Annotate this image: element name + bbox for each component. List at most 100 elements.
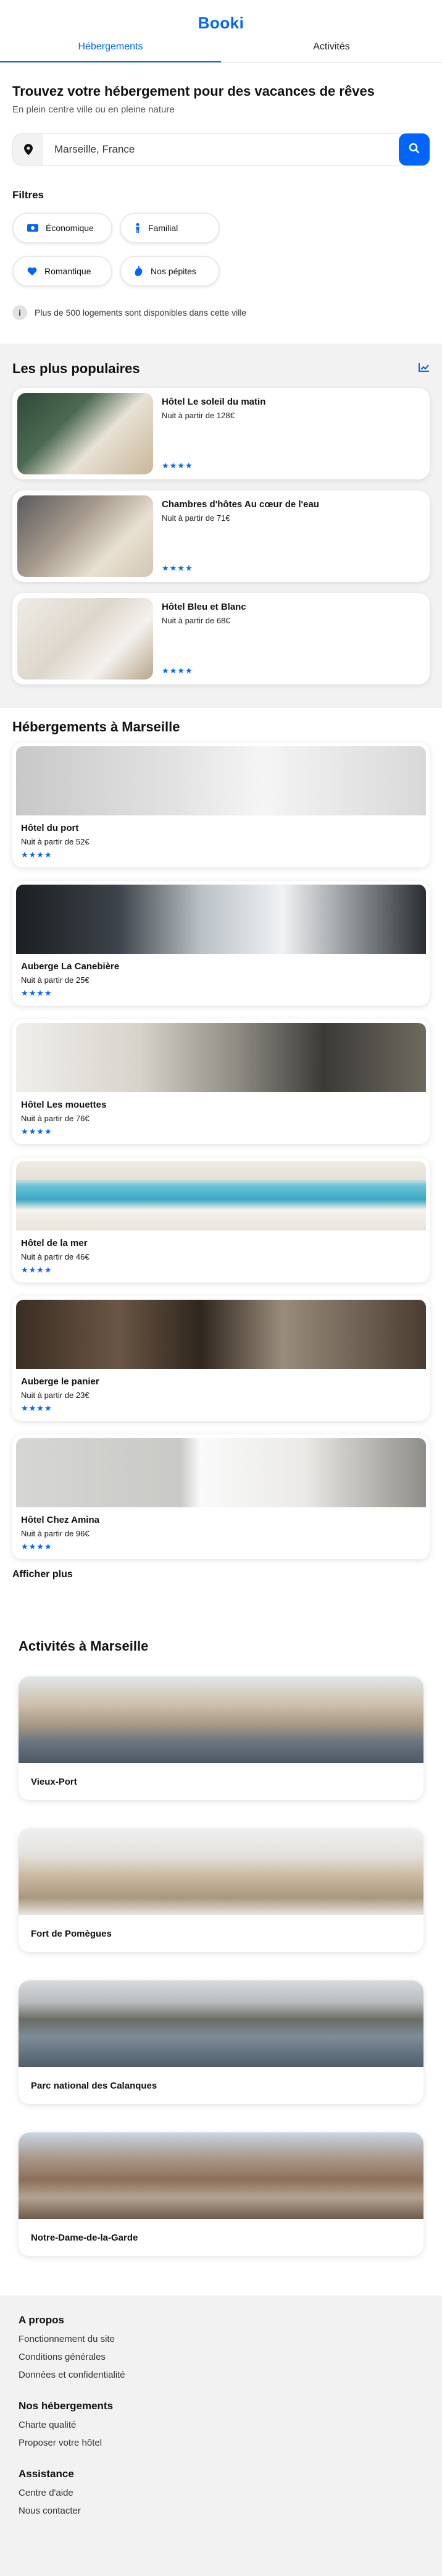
hebergement-name: Auberge La Canebière xyxy=(21,961,120,972)
popular-card[interactable]: Hôtel Bleu et Blanc Nuit à partir de 68€… xyxy=(12,593,430,684)
activity-card[interactable]: Notre-Dame-de-la-Garde xyxy=(19,2132,423,2256)
rating-stars: ★★★★ xyxy=(162,666,193,675)
footer-link[interactable]: Nous contacter xyxy=(19,2506,423,2516)
filter-label: Économique xyxy=(46,223,94,233)
activity-card[interactable]: Parc national des Calanques xyxy=(19,1980,423,2104)
filter-familial[interactable]: Familial xyxy=(120,213,220,243)
info-text: Plus de 500 logements sont disponibles d… xyxy=(35,308,247,318)
popular-title: Les plus populaires xyxy=(12,361,140,376)
nav-tabs: Hébergements Activités xyxy=(0,41,442,63)
hebergements-section: Hébergements à Marseille Hôtel du port N… xyxy=(0,708,442,1559)
activity-name: Parc national des Calanques xyxy=(31,2081,157,2091)
hebergement-price: Nuit à partir de 23€ xyxy=(21,1391,90,1400)
hebergement-card[interactable]: Auberge La Canebière Nuit à partir de 25… xyxy=(12,881,430,1006)
hebergement-card[interactable]: Hôtel du port Nuit à partir de 52€ ★★★★ xyxy=(12,743,430,867)
rating-stars: ★★★★ xyxy=(21,988,52,998)
filters-title: Filtres xyxy=(12,189,44,201)
filter-pepites[interactable]: Nos pépites xyxy=(120,256,220,287)
rating-stars: ★★★★ xyxy=(21,1404,52,1413)
footer-title: A propos xyxy=(19,2314,64,2326)
hebergement-card[interactable]: Hôtel de la mer Nuit à partir de 46€ ★★★… xyxy=(12,1158,430,1282)
activity-image xyxy=(19,2132,423,2219)
footer-group-hebergements: Nos hébergements Charte qualité Proposer… xyxy=(19,2400,423,2448)
hotel-image xyxy=(16,885,426,954)
filter-label: Romantique xyxy=(44,266,91,276)
hotel-image xyxy=(16,1300,426,1369)
filter-romantique[interactable]: Romantique xyxy=(12,256,112,287)
child-icon xyxy=(135,223,141,233)
search-button[interactable] xyxy=(399,133,430,166)
popular-card[interactable]: Chambres d'hôtes Au cœur de l'eau Nuit à… xyxy=(12,490,430,582)
hebergement-card[interactable]: Hôtel Les mouettes Nuit à partir de 76€ … xyxy=(12,1019,430,1144)
pepper-icon xyxy=(135,266,143,276)
filter-label: Nos pépites xyxy=(151,266,196,276)
tab-hebergements[interactable]: Hébergements xyxy=(0,41,221,62)
popular-name: Hôtel Le soleil du matin xyxy=(162,397,266,407)
hotel-image xyxy=(17,495,153,577)
hebergement-name: Hôtel du port xyxy=(21,823,79,833)
activity-image xyxy=(19,1677,423,1763)
footer-link[interactable]: Proposer votre hôtel xyxy=(19,2438,423,2448)
popular-section: Les plus populaires Hôtel Le soleil du m… xyxy=(0,343,442,708)
activity-name: Notre-Dame-de-la-Garde xyxy=(31,2233,138,2243)
hebergement-card[interactable]: Hôtel Chez Amina Nuit à partir de 96€ ★★… xyxy=(12,1434,430,1559)
location-icon xyxy=(12,133,43,166)
info-message: i Plus de 500 logements sont disponibles… xyxy=(12,305,430,320)
header: Booki Hébergements Activités xyxy=(0,0,442,68)
activity-name: Vieux-Port xyxy=(31,1777,77,1787)
activity-image xyxy=(19,1980,423,2067)
hebergement-price: Nuit à partir de 96€ xyxy=(21,1529,90,1538)
hebergement-name: Hôtel de la mer xyxy=(21,1238,88,1248)
activites-title: Activités à Marseille xyxy=(19,1638,149,1654)
footer-link[interactable]: Charte qualité xyxy=(19,2420,423,2430)
search-bar xyxy=(12,133,430,166)
hebergement-card[interactable]: Auberge le panier Nuit à partir de 23€ ★… xyxy=(12,1296,430,1421)
footer-link[interactable]: Fonctionnement du site xyxy=(19,2334,423,2344)
filters-list: Économique Familial Romantique Nos pépit… xyxy=(12,213,430,287)
hotel-image xyxy=(17,598,153,680)
hero-subtitle: En plein centre ville ou en pleine natur… xyxy=(12,104,175,115)
hotel-image xyxy=(16,1438,426,1507)
filter-label: Familial xyxy=(148,223,178,233)
hotel-image xyxy=(16,1161,426,1231)
footer-link[interactable]: Centre d'aide xyxy=(19,2488,423,2498)
popular-price: Nuit à partir de 128€ xyxy=(162,411,235,420)
footer-title: Nos hébergements xyxy=(19,2400,114,2412)
hebergement-price: Nuit à partir de 46€ xyxy=(21,1252,90,1261)
rating-stars: ★★★★ xyxy=(21,850,52,859)
footer-link[interactable]: Données et confidentialité xyxy=(19,2370,423,2380)
rating-stars: ★★★★ xyxy=(21,1127,52,1136)
hebergement-name: Auberge le panier xyxy=(21,1376,99,1387)
popular-card[interactable]: Hôtel Le soleil du matin Nuit à partir d… xyxy=(12,388,430,479)
hebergement-name: Hôtel Les mouettes xyxy=(21,1100,107,1110)
activity-name: Fort de Pomègues xyxy=(31,1929,112,1939)
footer-group-assistance: Assistance Centre d'aide Nous contacter xyxy=(19,2468,423,2516)
footer-title: Assistance xyxy=(19,2468,74,2480)
footer: A propos Fonctionnement du site Conditio… xyxy=(0,2296,442,2576)
popular-price: Nuit à partir de 68€ xyxy=(162,616,230,625)
popular-price: Nuit à partir de 71€ xyxy=(162,513,230,523)
footer-link[interactable]: Conditions générales xyxy=(19,2352,423,2362)
heart-icon xyxy=(27,267,37,276)
hebergement-price: Nuit à partir de 52€ xyxy=(21,837,90,846)
popular-name: Hôtel Bleu et Blanc xyxy=(162,602,246,612)
activity-image xyxy=(19,1829,423,1915)
rating-stars: ★★★★ xyxy=(21,1265,52,1274)
money-icon xyxy=(27,224,38,232)
tab-activites[interactable]: Activités xyxy=(221,41,442,62)
chart-trend-icon xyxy=(419,363,430,375)
activity-card[interactable]: Vieux-Port xyxy=(19,1677,423,1800)
show-more-link[interactable]: Afficher plus xyxy=(0,1569,442,1580)
footer-group-apropos: A propos Fonctionnement du site Conditio… xyxy=(19,2314,423,2380)
activity-card[interactable]: Fort de Pomègues xyxy=(19,1829,423,1952)
popular-name: Chambres d'hôtes Au cœur de l'eau xyxy=(162,499,319,510)
activites-section: Activités à Marseille Vieux-Port Fort de… xyxy=(0,1638,442,2256)
hebergement-price: Nuit à partir de 25€ xyxy=(21,975,90,985)
hebergements-title: Hébergements à Marseille xyxy=(12,719,180,734)
rating-stars: ★★★★ xyxy=(162,461,193,470)
filter-economique[interactable]: Économique xyxy=(12,213,112,243)
hebergement-name: Hôtel Chez Amina xyxy=(21,1515,99,1525)
logo[interactable]: Booki xyxy=(0,0,442,33)
search-input[interactable] xyxy=(43,133,399,166)
hotel-image xyxy=(17,393,153,474)
